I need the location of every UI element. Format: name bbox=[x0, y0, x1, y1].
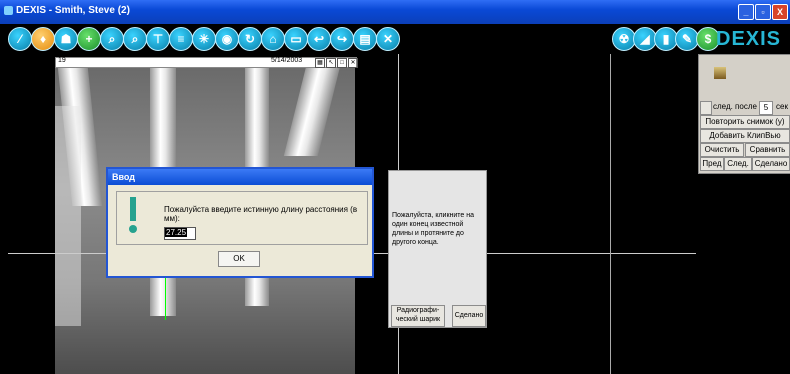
toolbar: ⁄ ♦ ☗ + ⌕ ⌕ ⊤ ≡ ✳ ◉ ↻ ⌂ ▭ ↩ ↪ ▤ ✕ ☢ ◢ ▮ ✎ $ bbox=[0, 24, 790, 54]
minimize-button[interactable]: _ bbox=[738, 4, 754, 20]
after-label: след. после bbox=[713, 102, 757, 111]
image-close-icon[interactable]: ✕ bbox=[348, 58, 358, 68]
image-pointer-icon[interactable]: ↖ bbox=[326, 58, 336, 68]
brightness-icon[interactable]: ✳ bbox=[192, 27, 216, 51]
seconds-label: сек bbox=[776, 102, 788, 111]
pen-tool-icon[interactable]: ⁄ bbox=[8, 27, 32, 51]
back-icon[interactable]: ↩ bbox=[307, 27, 331, 51]
image-menu-icon[interactable]: ▦ bbox=[315, 58, 325, 68]
patient-icon[interactable]: ☗ bbox=[54, 27, 78, 51]
next-button[interactable]: След. bbox=[724, 157, 752, 171]
image-header: 19 5/14/2003 ▦ ↖ □ ✕ bbox=[55, 57, 358, 68]
length-value: 27.25 bbox=[165, 228, 188, 237]
dialog-message: Пожалуйста введите истинную длину рассто… bbox=[164, 205, 358, 223]
input-dialog: Ввод Пожалуйста введите истинную длину р… bbox=[106, 167, 374, 278]
home-icon[interactable]: ⌂ bbox=[261, 27, 285, 51]
print-icon[interactable]: ▤ bbox=[353, 27, 377, 51]
image-date: 5/14/2003 bbox=[271, 57, 303, 64]
dexis-logo: DEXIS bbox=[716, 28, 782, 50]
zoom-in-icon[interactable]: ⌕ bbox=[100, 27, 124, 51]
add-icon[interactable]: + bbox=[77, 27, 101, 51]
radiographic-ball-button[interactable]: Радиографи-ческий шарик bbox=[391, 305, 445, 327]
done-button[interactable]: Сделано bbox=[752, 157, 790, 171]
instruction-text: Пожалуйста, кликните на один конец извес… bbox=[392, 212, 475, 246]
view-icon[interactable]: ◉ bbox=[215, 27, 239, 51]
dialog-title: Ввод bbox=[108, 169, 372, 185]
close-icon[interactable]: ✕ bbox=[376, 27, 400, 51]
exclamation-icon bbox=[129, 225, 137, 233]
instruction-done-button[interactable]: Сделано bbox=[452, 305, 486, 327]
implant-post bbox=[283, 66, 341, 156]
open-folder-icon[interactable]: ▭ bbox=[284, 27, 308, 51]
measurement-instruction-panel: Пожалуйста, кликните на один конец извес… bbox=[388, 170, 487, 328]
image-number: 19 bbox=[58, 57, 66, 64]
maximize-button[interactable]: ▫ bbox=[755, 4, 771, 20]
prev-button[interactable]: Пред bbox=[700, 157, 724, 171]
repeat-shot-button[interactable]: Повторить снимок (у) bbox=[700, 115, 790, 129]
ok-button[interactable]: OK bbox=[218, 251, 260, 267]
crosshair-vertical bbox=[610, 54, 611, 374]
window-title: DEXIS - Smith, Steve (2) bbox=[16, 5, 130, 16]
delay-seconds-input[interactable]: 5 bbox=[759, 101, 773, 115]
tooth-root bbox=[55, 106, 81, 326]
notes-icon[interactable]: ≡ bbox=[169, 27, 193, 51]
forward-icon[interactable]: ↪ bbox=[330, 27, 354, 51]
capture-panel: след. после 5 сек Повторить снимок (у) Д… bbox=[698, 54, 790, 174]
length-input[interactable]: 27.25 bbox=[164, 227, 196, 240]
close-window-button[interactable]: X bbox=[772, 4, 788, 20]
zoom-icon[interactable]: ⌕ bbox=[123, 27, 147, 51]
app-icon bbox=[4, 6, 13, 15]
image-maximize-icon[interactable]: □ bbox=[337, 58, 347, 68]
clear-button[interactable]: Очистить bbox=[700, 143, 744, 157]
measure-icon[interactable]: ⊤ bbox=[146, 27, 170, 51]
add-clipview-button[interactable]: Добавить КлипВью bbox=[700, 129, 790, 143]
rotate-icon[interactable]: ↻ bbox=[238, 27, 262, 51]
sensor-thumbnail[interactable] bbox=[714, 67, 726, 79]
title-bar: DEXIS - Smith, Steve (2) _ ▫ X bbox=[0, 0, 790, 24]
auto-next-checkbox[interactable] bbox=[700, 101, 712, 115]
tooth-icon[interactable]: ♦ bbox=[31, 27, 55, 51]
compare-button[interactable]: Сравнить bbox=[745, 143, 790, 157]
exclamation-icon bbox=[130, 197, 136, 221]
